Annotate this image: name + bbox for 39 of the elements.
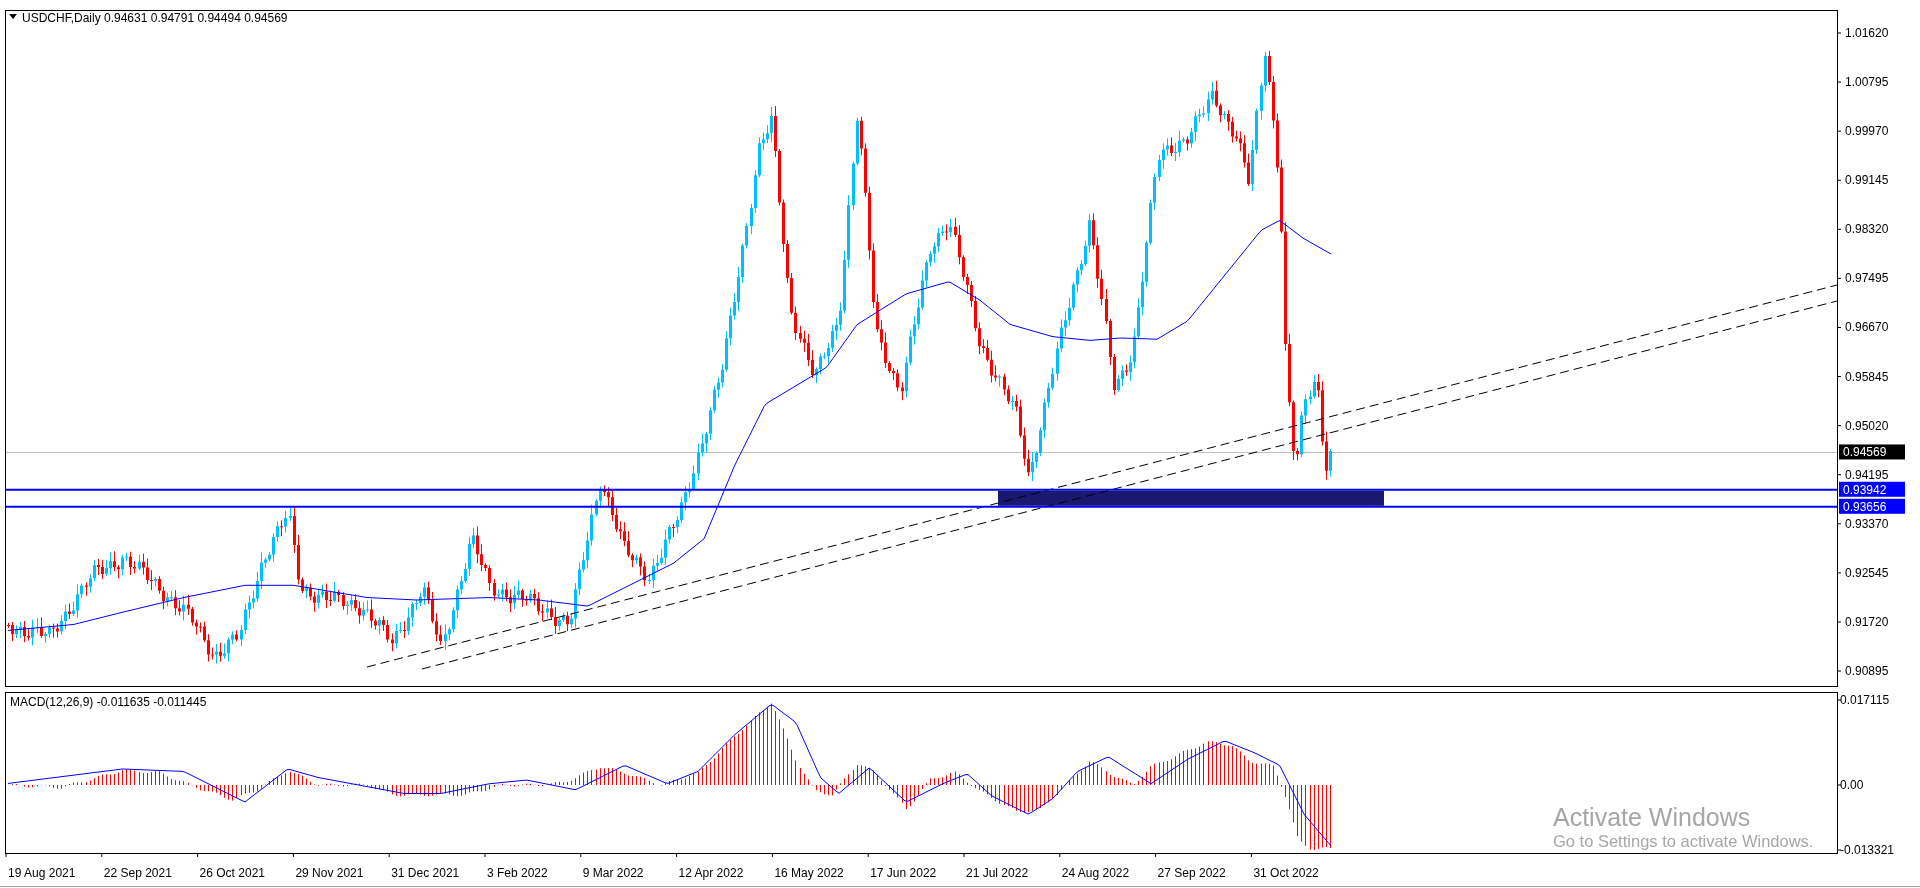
- date-label: 19 Aug 2021: [8, 866, 76, 880]
- price-label: 0.98320: [1845, 222, 1889, 237]
- date-label: 12 Apr 2022: [678, 866, 744, 880]
- date-label: 22 Sep 2021: [103, 866, 172, 880]
- date-label: 21 Jul 2022: [966, 866, 1029, 880]
- date-label: 9 Mar 2022: [582, 866, 644, 880]
- macd-axis-label: -0.013321: [1840, 843, 1895, 857]
- price-label: 0.97495: [1845, 271, 1889, 286]
- price-label: 0.96670: [1845, 320, 1889, 335]
- chart-header: USDCHF,Daily 0.94631 0.94791 0.94494 0.94569: [22, 11, 288, 25]
- price-label: 0.91720: [1845, 614, 1889, 629]
- macd-header: MACD(12,26,9) -0.011635 -0.011445: [10, 695, 207, 709]
- price-label: 1.01620: [1845, 26, 1889, 40]
- price-label: 0.95020: [1845, 418, 1889, 433]
- price-label: 0.94195: [1845, 467, 1889, 482]
- date-label: 29 Nov 2021: [295, 866, 364, 880]
- price-label: 0.95845: [1845, 369, 1889, 384]
- level-price-tag: 0.93656: [1839, 498, 1905, 514]
- date-label: 31 Dec 2021: [391, 866, 460, 880]
- date-label: 24 Aug 2022: [1061, 866, 1130, 880]
- price-label: 0.99970: [1845, 124, 1889, 139]
- collapse-triangle-icon[interactable]: [9, 14, 17, 19]
- price-label: 0.93370: [1845, 516, 1889, 531]
- date-label: 27 Sep 2022: [1157, 866, 1226, 880]
- activation-message: Go to Settings to activate Windows.: [1553, 832, 1814, 850]
- price-label: 0.90895: [1845, 664, 1889, 679]
- price-label: 0.92545: [1845, 565, 1889, 580]
- date-label: 31 Oct 2022: [1253, 866, 1319, 880]
- macd-axis-label: 0.00: [1840, 778, 1864, 792]
- date-label: 17 Jun 2022: [870, 866, 937, 880]
- price-label: 1.00795: [1845, 75, 1889, 90]
- date-label: 16 May 2022: [774, 866, 844, 880]
- level-price-tag: 0.93942: [1839, 481, 1905, 497]
- macd-axis-label: 0.017115: [1840, 693, 1890, 707]
- current-price-tag: 0.94569: [1839, 444, 1905, 460]
- date-label: 3 Feb 2022: [487, 866, 548, 880]
- activation-title: Activate Windows: [1553, 803, 1751, 831]
- date-label: 26 Oct 2021: [199, 866, 265, 880]
- price-label: 0.99145: [1845, 173, 1889, 188]
